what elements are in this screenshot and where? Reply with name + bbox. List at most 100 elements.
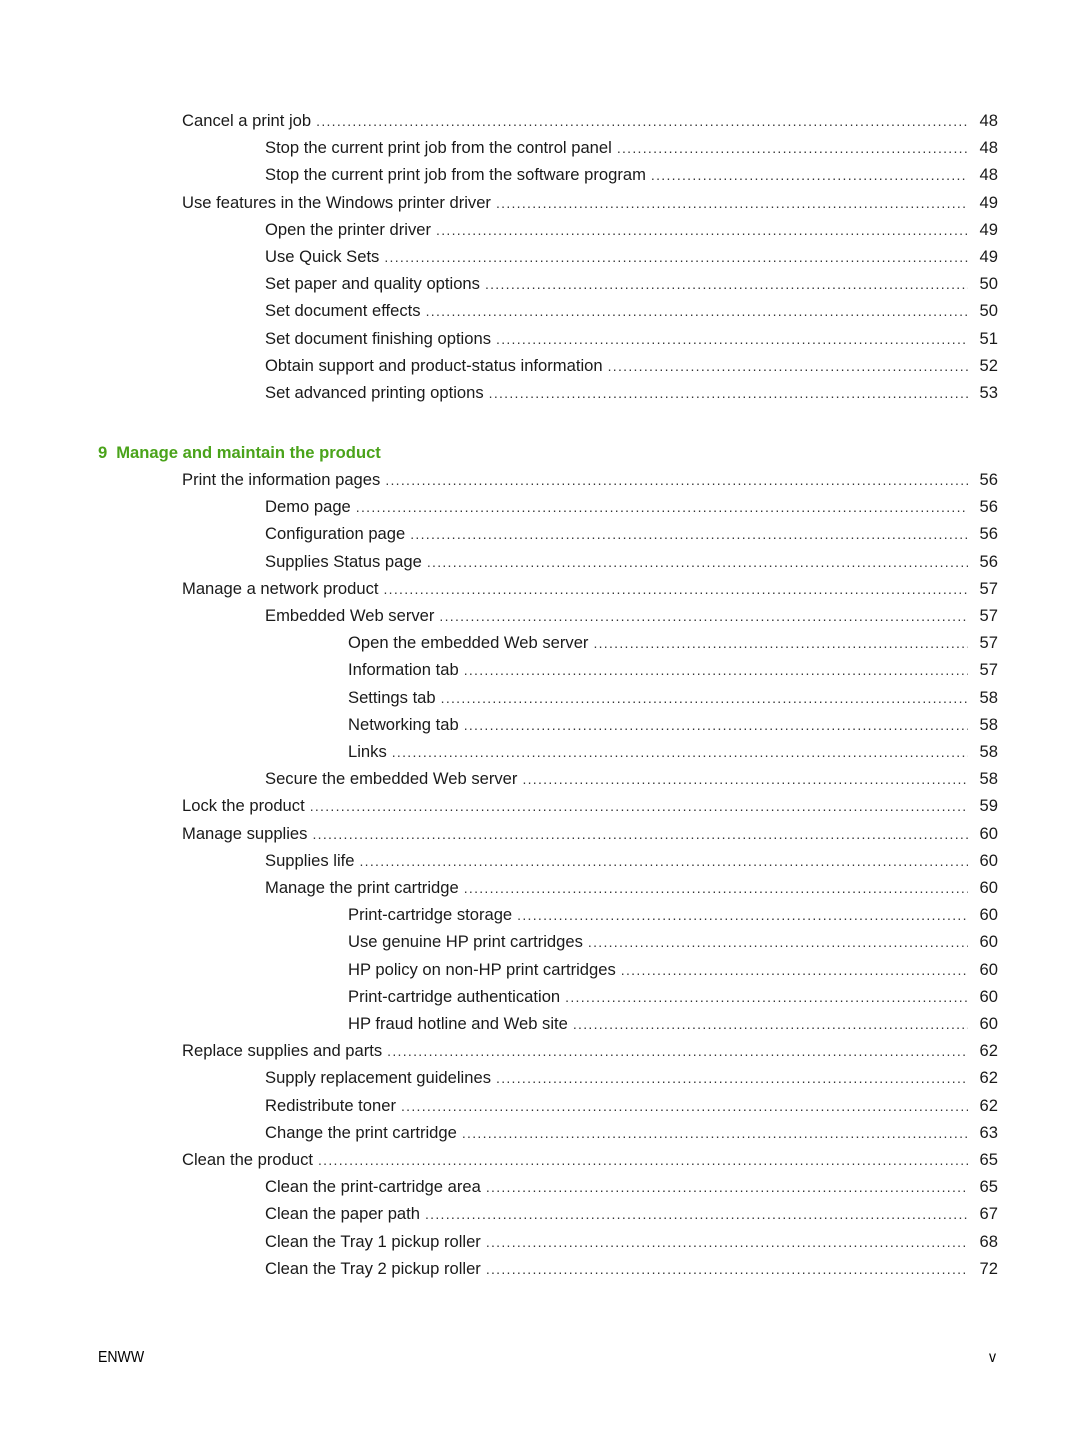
toc-entry[interactable]: Demo page 56 — [265, 493, 998, 520]
toc-entry-page: 72 — [979, 1258, 998, 1278]
toc-entry[interactable]: Stop the current print job from the soft… — [265, 161, 998, 188]
toc-entry-title: Change the print cartridge — [265, 1122, 457, 1142]
toc-entry-page: 67 — [979, 1204, 998, 1224]
toc-entry-title: Set advanced printing options — [265, 383, 484, 402]
toc-entry-page: 60 — [979, 823, 998, 843]
toc-entry-title: Supplies life — [265, 850, 355, 870]
toc-entry[interactable]: Manage supplies 60 — [182, 820, 998, 847]
toc-entry[interactable]: Networking tab 58 — [348, 711, 998, 738]
toc-entry[interactable]: Print-cartridge storage 60 — [348, 901, 998, 928]
toc-entry[interactable]: Use Quick Sets 49 — [265, 243, 998, 270]
toc-entry-page: 58 — [979, 714, 998, 734]
toc-entry-title: Use features in the Windows printer driv… — [182, 192, 491, 212]
toc-entry[interactable]: Obtain support and product-status inform… — [265, 352, 998, 379]
dot-leader — [441, 685, 968, 712]
toc-entry-title: Embedded Web server — [265, 606, 435, 625]
toc-entry-title: Cancel a print job — [182, 111, 312, 130]
dot-leader — [464, 875, 968, 902]
toc-entry[interactable]: Configuration page 56 — [265, 520, 998, 547]
toc-entry-page: 57 — [979, 578, 998, 598]
toc-entry[interactable]: Stop the current print job from the cont… — [265, 134, 998, 161]
toc-entry[interactable]: HP policy on non-HP print cartridges 60 — [348, 956, 998, 983]
toc-entry[interactable]: Clean the paper path 67 — [265, 1200, 998, 1227]
toc-entry-page: 57 — [979, 660, 998, 680]
toc-entry-title: Open the printer driver — [265, 219, 432, 239]
dot-leader — [426, 298, 968, 325]
chapter-heading[interactable]: 9 Manage and maintain the product — [98, 439, 381, 466]
toc-entry[interactable]: Manage the print cartridge 60 — [265, 874, 998, 901]
toc-entry[interactable]: Print the information pages 56 — [182, 466, 998, 493]
toc-entry-page: 62 — [979, 1095, 998, 1115]
toc-entry[interactable]: Manage a network product 57 — [182, 575, 998, 602]
toc-entry-page: 51 — [979, 328, 998, 348]
toc-entry[interactable]: Open the printer driver 49 — [265, 216, 998, 243]
toc-entry[interactable]: Open the embedded Web server 57 — [348, 629, 998, 656]
toc-entry-title: Demo page — [265, 497, 351, 517]
toc-entry[interactable]: Print-cartridge authentication 60 — [348, 983, 998, 1010]
page-number: v — [989, 1349, 997, 1366]
toc-entry[interactable]: Replace supplies and parts 62 — [182, 1037, 998, 1064]
dot-leader — [439, 603, 968, 630]
toc-entry[interactable]: Clean the Tray 2 pickup roller 72 — [265, 1255, 998, 1282]
toc-entry[interactable]: Set document finishing options 51 — [265, 325, 998, 352]
toc-entry-title: Clean the Tray 1 pickup roller — [265, 1231, 481, 1251]
dot-leader — [486, 1256, 968, 1283]
toc-entry-title: Clean the paper path — [265, 1204, 420, 1224]
dot-leader — [436, 217, 968, 244]
dot-leader — [496, 190, 968, 217]
toc-entry[interactable]: Set document effects 50 — [265, 297, 998, 324]
toc-entry-title: Manage a network product — [182, 578, 379, 598]
toc-entry-title: Stop the current print job from the cont… — [265, 138, 612, 158]
toc-entry[interactable]: Cancel a print job 48 — [182, 107, 998, 134]
toc-entry-title: Clean the product — [182, 1150, 313, 1169]
dot-leader — [489, 380, 968, 407]
toc-entry-page: 57 — [979, 633, 998, 653]
dot-leader — [316, 108, 968, 135]
toc-entry[interactable]: Information tab 57 — [348, 656, 998, 683]
dot-leader — [464, 712, 968, 739]
toc-entry[interactable]: Set advanced printing options 53 — [265, 379, 998, 406]
dot-leader — [384, 244, 968, 271]
toc-entry-page: 56 — [979, 470, 998, 489]
toc-entry[interactable]: Set paper and quality options 50 — [265, 270, 998, 297]
toc-entry-title: Links — [348, 742, 387, 761]
toc-entry-title: Stop the current print job from the soft… — [265, 165, 646, 185]
dot-leader — [496, 1065, 968, 1092]
toc-entry-page: 63 — [979, 1122, 998, 1142]
toc-entry[interactable]: Supplies life 60 — [265, 847, 998, 874]
toc-entry[interactable]: Supply replacement guidelines 62 — [265, 1064, 998, 1091]
toc-entry-page: 56 — [979, 524, 998, 544]
toc-entry-title: Set document finishing options — [265, 328, 492, 348]
toc-entry[interactable]: Change the print cartridge 63 — [265, 1119, 998, 1146]
toc-entry-title: Information tab — [348, 660, 459, 680]
toc-entry[interactable]: Embedded Web server 57 — [265, 602, 998, 629]
toc-entry[interactable]: Links 58 — [348, 738, 998, 765]
toc-entry[interactable]: Clean the print-cartridge area 65 — [265, 1173, 998, 1200]
dot-leader — [486, 1174, 968, 1201]
dot-leader — [401, 1093, 968, 1120]
toc-entry[interactable]: Clean the Tray 1 pickup roller 68 — [265, 1228, 998, 1255]
toc-entry-page: 57 — [979, 606, 998, 625]
toc-entry-title: Set document effects — [265, 301, 421, 321]
chapter-number: 9 — [98, 443, 108, 462]
toc-entry-page: 56 — [979, 551, 998, 571]
toc-entry[interactable]: HP fraud hotline and Web site 60 — [348, 1010, 998, 1037]
toc-entry-title: Configuration page — [265, 524, 406, 544]
toc-entry[interactable]: Supplies Status page 56 — [265, 548, 998, 575]
toc-entry-page: 68 — [979, 1231, 998, 1251]
toc-entry[interactable]: Use genuine HP print cartridges 60 — [348, 928, 998, 955]
toc-entry-page: 59 — [979, 796, 998, 816]
toc-entry-title: Secure the embedded Web server — [265, 769, 518, 789]
toc-entry[interactable]: Redistribute toner 62 — [265, 1092, 998, 1119]
toc-entry[interactable]: Secure the embedded Web server 58 — [265, 765, 998, 792]
toc-entry[interactable]: Settings tab 58 — [348, 684, 998, 711]
toc-entry-title: HP fraud hotline and Web site — [348, 1014, 568, 1033]
dot-leader — [312, 821, 968, 848]
toc-entry[interactable]: Use features in the Windows printer driv… — [182, 189, 998, 216]
toc-entry[interactable]: Lock the product 59 — [182, 792, 998, 819]
toc-entry-title: Manage the print cartridge — [265, 878, 459, 897]
toc-entry-title: Clean the print-cartridge area — [265, 1177, 481, 1197]
toc-entry-title: HP policy on non-HP print cartridges — [348, 959, 616, 979]
toc-entry[interactable]: Clean the product 65 — [182, 1146, 998, 1173]
toc-entry-title: Print-cartridge authentication — [348, 986, 561, 1006]
